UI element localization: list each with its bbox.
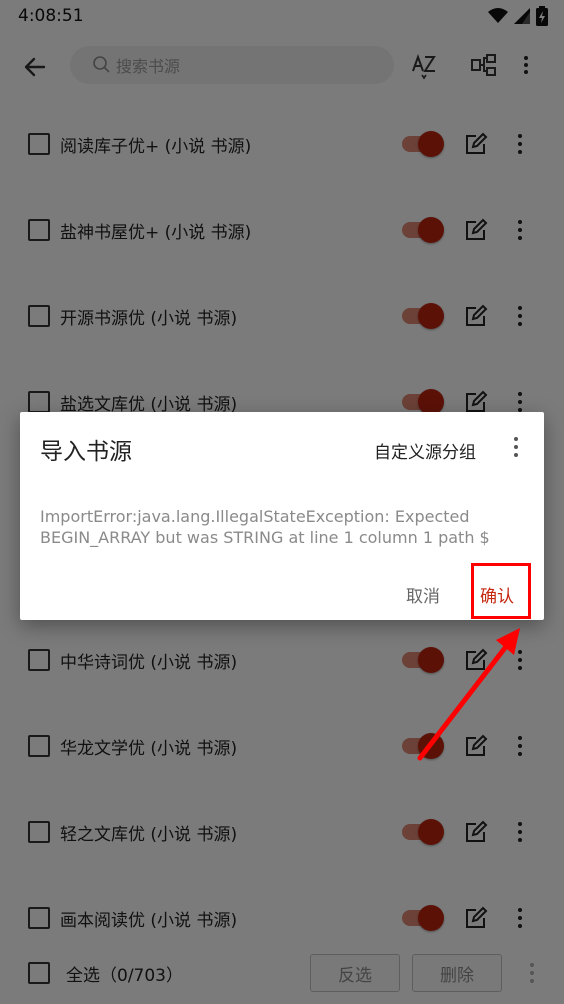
custom-group-button[interactable]: 自定义源分组 [374, 438, 476, 463]
more-vert-icon[interactable] [512, 436, 520, 458]
dialog-title: 导入书源 [40, 439, 132, 465]
annotation-highlight-box [471, 563, 531, 619]
import-dialog: 导入书源 自定义源分组 ImportError:java.lang.Illega… [20, 412, 544, 620]
cancel-button[interactable]: 取消 [406, 582, 440, 607]
dialog-message: ImportError:java.lang.IllegalStateExcept… [40, 507, 490, 547]
